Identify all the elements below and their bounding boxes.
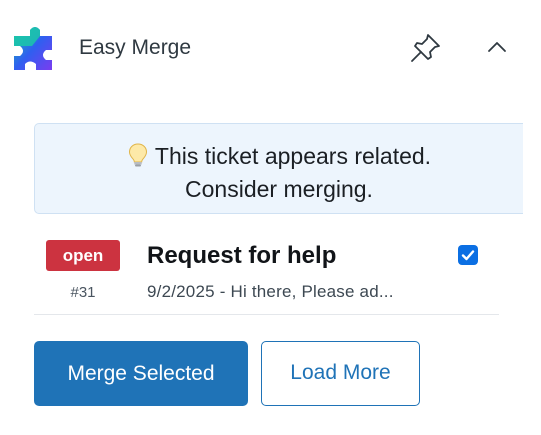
ticket-row[interactable]: open #31 Request for help 9/2/2025 - Hi … [34, 232, 499, 315]
notice-text-line2: Consider merging. [185, 176, 373, 202]
related-ticket-notice: This ticket appears related. Consider me… [34, 123, 523, 214]
merge-selected-button[interactable]: Merge Selected [34, 341, 248, 406]
app-title: Easy Merge [79, 36, 192, 59]
app-header: Easy Merge [0, 0, 541, 96]
load-more-button[interactable]: Load More [261, 341, 420, 406]
ticket-preview: 9/2/2025 - Hi there, Please ad... [147, 282, 394, 301]
status-badge: open [46, 240, 120, 271]
pin-icon[interactable] [408, 32, 442, 64]
chevron-up-icon[interactable] [484, 34, 510, 60]
lightbulb-icon [128, 143, 147, 167]
notice-text-line1: This ticket appears related. [154, 143, 432, 169]
ticket-id: #31 [70, 284, 96, 301]
ticket-title[interactable]: Request for help [147, 241, 336, 271]
ticket-select-checkbox[interactable] [458, 245, 478, 265]
puzzle-piece-logo-icon [14, 27, 52, 70]
